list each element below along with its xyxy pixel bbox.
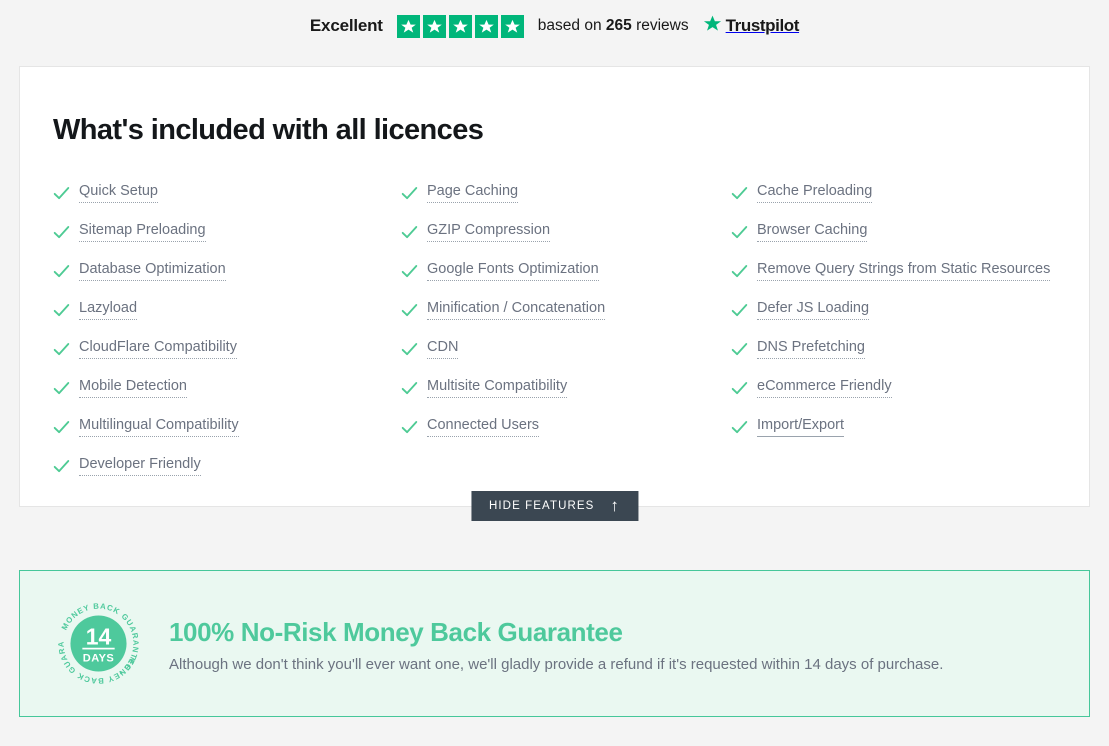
trustpilot-bar: Excellent based on 265 reviews Trustpilo… bbox=[0, 0, 1109, 52]
check-icon bbox=[53, 224, 70, 241]
guarantee-description: Although we don't think you'll ever want… bbox=[169, 655, 944, 673]
arrow-up-icon: ↑ bbox=[610, 495, 621, 515]
check-icon bbox=[731, 263, 748, 280]
features-column-1: Quick Setup Sitemap Preloading Database … bbox=[53, 174, 401, 486]
check-icon bbox=[401, 263, 418, 280]
check-icon bbox=[53, 302, 70, 319]
feature-label[interactable]: CDN bbox=[427, 339, 459, 359]
reviews-suffix: reviews bbox=[636, 17, 689, 34]
guarantee-text-block: 100% No-Risk Money Back Guarantee Althou… bbox=[169, 615, 943, 673]
check-icon bbox=[731, 419, 748, 436]
list-item[interactable]: Lazyload bbox=[53, 291, 401, 330]
feature-label[interactable]: Remove Query Strings from Static Resourc… bbox=[757, 261, 1051, 281]
guarantee-title: 100% No-Risk Money Back Guarantee bbox=[169, 616, 623, 647]
feature-label[interactable]: Connected Users bbox=[427, 417, 540, 437]
check-icon bbox=[401, 302, 418, 319]
feature-label[interactable]: Sitemap Preloading bbox=[79, 222, 206, 242]
star-icon bbox=[474, 14, 498, 38]
list-item[interactable]: Defer JS Loading bbox=[731, 291, 1051, 330]
feature-label[interactable]: Defer JS Loading bbox=[757, 300, 870, 320]
list-item[interactable]: Sitemap Preloading bbox=[53, 213, 401, 252]
check-icon bbox=[53, 380, 70, 397]
reviews-number: 265 bbox=[605, 17, 632, 34]
list-item[interactable]: Minification / Concatenation bbox=[401, 291, 731, 330]
hide-features-label: Hide features bbox=[488, 500, 595, 512]
money-back-guarantee-badge: MONEY BACK GUARANTEE • MONEY BACK GUARAN… bbox=[56, 601, 141, 686]
hide-features-button[interactable]: Hide features ↑ bbox=[470, 491, 639, 521]
badge-days-word: DAYS bbox=[83, 652, 114, 664]
feature-label[interactable]: Minification / Concatenation bbox=[427, 300, 606, 320]
feature-label[interactable]: Developer Friendly bbox=[79, 456, 201, 476]
check-icon bbox=[401, 380, 418, 397]
list-item[interactable]: Database Optimization bbox=[53, 252, 401, 291]
list-item[interactable]: eCommerce Friendly bbox=[731, 369, 1051, 408]
trustpilot-logo[interactable]: Trustpilot bbox=[703, 14, 799, 38]
list-item[interactable]: CDN bbox=[401, 330, 731, 369]
list-item[interactable]: Developer Friendly bbox=[53, 447, 401, 486]
list-item[interactable]: Browser Caching bbox=[731, 213, 1051, 252]
star-icon bbox=[422, 14, 446, 38]
feature-label[interactable]: DNS Prefetching bbox=[757, 339, 865, 359]
list-item[interactable]: Remove Query Strings from Static Resourc… bbox=[731, 252, 1051, 291]
feature-label[interactable]: Multilingual Compatibility bbox=[79, 417, 239, 437]
list-item[interactable]: Cache Preloading bbox=[731, 174, 1051, 213]
list-item[interactable]: DNS Prefetching bbox=[731, 330, 1051, 369]
list-item[interactable]: Google Fonts Optimization bbox=[401, 252, 731, 291]
feature-label[interactable]: eCommerce Friendly bbox=[757, 378, 892, 398]
check-icon bbox=[53, 419, 70, 436]
trustpilot-rating-label: Excellent bbox=[309, 16, 383, 35]
star-icon bbox=[396, 14, 420, 38]
list-item[interactable]: Mobile Detection bbox=[53, 369, 401, 408]
list-item[interactable]: Quick Setup bbox=[53, 174, 401, 213]
check-icon bbox=[731, 341, 748, 358]
money-back-guarantee-box: MONEY BACK GUARANTEE • MONEY BACK GUARAN… bbox=[19, 570, 1090, 717]
features-columns: Quick Setup Sitemap Preloading Database … bbox=[20, 147, 1089, 486]
features-column-3: Cache Preloading Browser Caching Remove … bbox=[731, 174, 1051, 486]
check-icon bbox=[731, 224, 748, 241]
trustpilot-brand-name: Trustpilot bbox=[725, 16, 800, 35]
trustpilot-star-icon bbox=[703, 14, 722, 38]
feature-label[interactable]: Multisite Compatibility bbox=[427, 378, 568, 398]
check-icon bbox=[53, 341, 70, 358]
check-icon bbox=[53, 458, 70, 475]
check-icon bbox=[401, 185, 418, 202]
features-column-2: Page Caching GZIP Compression Google Fon… bbox=[401, 174, 731, 486]
feature-label[interactable]: Mobile Detection bbox=[79, 378, 187, 398]
check-icon bbox=[53, 185, 70, 202]
check-icon bbox=[401, 224, 418, 241]
list-item[interactable]: Multilingual Compatibility bbox=[53, 408, 401, 447]
trustpilot-star-rating bbox=[396, 14, 524, 38]
features-card: What's included with all licences Quick … bbox=[19, 66, 1090, 521]
feature-label[interactable]: Browser Caching bbox=[757, 222, 868, 242]
check-icon bbox=[401, 341, 418, 358]
feature-label[interactable]: CloudFlare Compatibility bbox=[79, 339, 237, 359]
check-icon bbox=[401, 419, 418, 436]
feature-label[interactable]: Cache Preloading bbox=[757, 183, 873, 203]
feature-label[interactable]: Lazyload bbox=[79, 300, 138, 320]
page-title: What's included with all licences bbox=[53, 114, 484, 146]
trustpilot-review-count: based on 265 reviews bbox=[538, 17, 689, 35]
list-item[interactable]: GZIP Compression bbox=[401, 213, 731, 252]
feature-label[interactable]: Import/Export bbox=[757, 417, 845, 437]
star-icon bbox=[500, 14, 524, 38]
star-icon bbox=[448, 14, 472, 38]
list-item[interactable]: CloudFlare Compatibility bbox=[53, 330, 401, 369]
feature-label[interactable]: GZIP Compression bbox=[427, 222, 551, 242]
list-item[interactable]: Import/Export bbox=[731, 408, 1051, 447]
feature-label[interactable]: Quick Setup bbox=[79, 183, 158, 203]
check-icon bbox=[53, 263, 70, 280]
check-icon bbox=[731, 302, 748, 319]
list-item[interactable]: Multisite Compatibility bbox=[401, 369, 731, 408]
badge-days-number: 14 bbox=[86, 623, 112, 649]
list-item[interactable]: Page Caching bbox=[401, 174, 731, 213]
list-item[interactable]: Connected Users bbox=[401, 408, 731, 447]
reviews-prefix: based on bbox=[537, 17, 602, 34]
feature-label[interactable]: Page Caching bbox=[427, 183, 519, 203]
feature-label[interactable]: Google Fonts Optimization bbox=[427, 261, 599, 281]
check-icon bbox=[731, 185, 748, 202]
check-icon bbox=[731, 380, 748, 397]
feature-label[interactable]: Database Optimization bbox=[79, 261, 226, 281]
